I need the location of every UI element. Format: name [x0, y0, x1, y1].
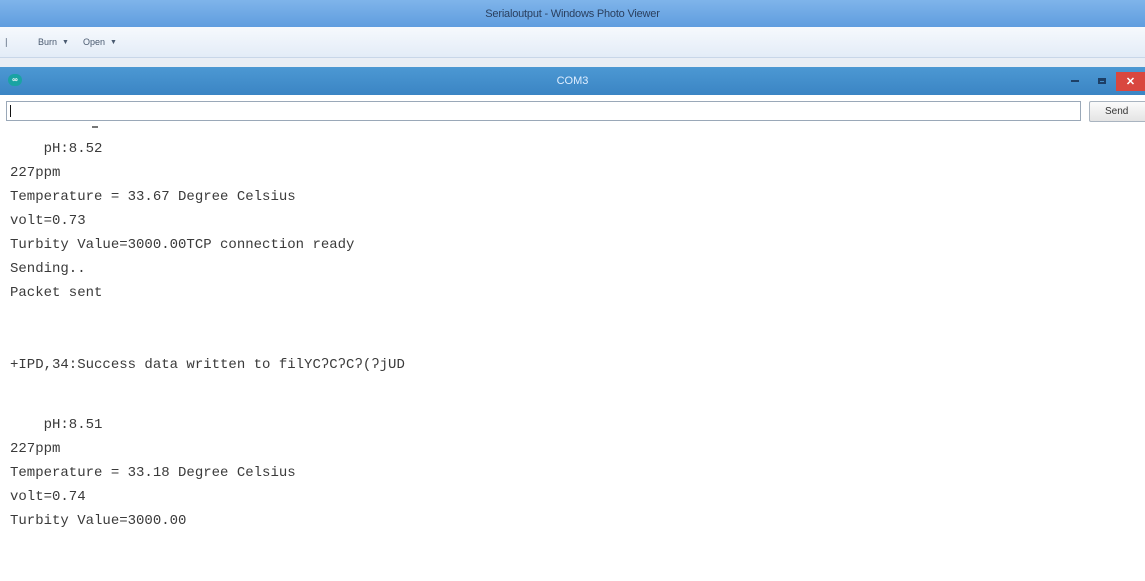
serial-input-row: Send: [0, 98, 1145, 124]
photo-viewer-menubar: ∣ Burn ▼ Open ▼: [0, 27, 1145, 58]
output-line: Sending..: [10, 261, 86, 277]
output-line: 227ppm: [10, 441, 61, 457]
burn-menu[interactable]: Burn ▼: [38, 37, 69, 47]
open-menu[interactable]: Open ▼: [83, 37, 117, 47]
minimize-icon: [1071, 80, 1079, 82]
photo-viewer-titlebar: Serialoutput - Windows Photo Viewer: [0, 0, 1145, 27]
arduino-icon: ∞: [8, 74, 22, 86]
output-line: volt=0.73: [10, 213, 86, 229]
maximize-button[interactable]: [1093, 74, 1111, 87]
output-line: pH:8.51: [10, 417, 103, 433]
serial-input-field[interactable]: [6, 101, 1081, 121]
output-line: +IPD,34:Success data written to filYCʔCʔ…: [10, 357, 405, 373]
photo-viewer-title: Serialoutput - Windows Photo Viewer: [485, 7, 660, 20]
file-menu-icon[interactable]: ∣: [4, 37, 10, 48]
output-line: Turbity Value=3000.00TCP connection read…: [10, 237, 355, 253]
serial-monitor-title: COM3: [556, 75, 589, 87]
send-button[interactable]: Send: [1089, 101, 1145, 122]
output-line: Temperature = 33.67 Degree Celsius: [10, 189, 296, 205]
output-line: Turbity Value=3000.00: [10, 513, 187, 529]
maximize-icon: [1098, 77, 1106, 84]
output-line: 227ppm: [10, 165, 61, 181]
chevron-down-icon: ▼: [109, 38, 117, 46]
output-line: Packet sent: [10, 285, 103, 301]
close-button[interactable]: ✕: [1116, 72, 1145, 91]
output-line: volt=0.74: [10, 489, 86, 505]
minimize-button[interactable]: [1066, 75, 1084, 87]
burn-menu-label: Burn: [38, 37, 58, 47]
serial-output[interactable]: pH:8.52 227ppm Temperature = 33.67 Degre…: [0, 126, 1145, 581]
cut-off-text-mark: [92, 126, 98, 128]
serial-monitor-titlebar: ∞ COM3 ✕: [0, 67, 1145, 95]
close-icon: ✕: [1125, 76, 1136, 88]
text-cursor: [10, 105, 11, 117]
output-line: Temperature = 33.18 Degree Celsius: [10, 465, 296, 481]
photo-viewer-strip: [0, 58, 1145, 67]
output-line: pH:8.52: [10, 141, 103, 157]
chevron-down-icon: ▼: [62, 38, 69, 46]
open-menu-label: Open: [82, 37, 105, 47]
